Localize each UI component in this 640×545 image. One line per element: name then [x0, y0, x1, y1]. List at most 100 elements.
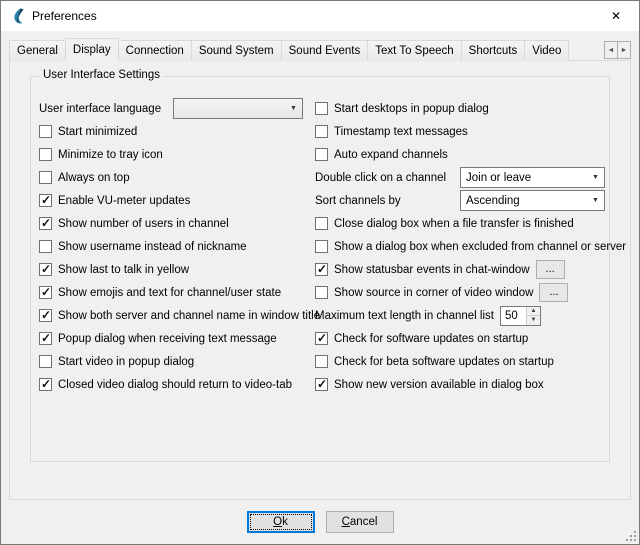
tab-general[interactable]: General — [9, 40, 66, 61]
language-label: User interface language — [39, 103, 161, 115]
statusbar-events-more-button[interactable]: ... — [536, 260, 565, 279]
server-channel-title-checkbox[interactable] — [39, 309, 52, 322]
checkbox-row[interactable]: Popup dialog when receiving text message — [39, 327, 303, 350]
checkbox-label: Always on top — [58, 172, 130, 184]
user-interface-settings-group: User Interface Settings User interface l… — [30, 76, 610, 462]
checkbox-row[interactable]: Minimize to tray icon — [39, 143, 303, 166]
tab-display[interactable]: Display — [65, 38, 119, 61]
chevron-down-icon: ▼ — [587, 197, 604, 204]
left-column: User interface language ▼ Start minimize… — [39, 97, 311, 396]
tab-text-to-speech[interactable]: Text To Speech — [367, 40, 461, 61]
ok-button[interactable]: Ok — [247, 511, 315, 533]
minimize-to-tray-checkbox[interactable] — [39, 148, 52, 161]
sort-channels-combobox[interactable]: Ascending ▼ — [460, 190, 605, 211]
file-transfer-close-checkbox[interactable] — [315, 217, 328, 230]
checkbox-label: Enable VU-meter updates — [58, 195, 190, 207]
tab-video[interactable]: Video — [524, 40, 569, 61]
video-source-row[interactable]: Show source in corner of video window ..… — [315, 281, 605, 304]
checkbox-row[interactable]: Always on top — [39, 166, 303, 189]
tab-scroll-right-button[interactable]: ► — [617, 41, 631, 59]
tab-sound-system[interactable]: Sound System — [191, 40, 282, 61]
emoji-text-state-checkbox[interactable] — [39, 286, 52, 299]
max-text-length-value: 50 — [501, 307, 526, 325]
double-click-combobox[interactable]: Join or leave ▼ — [460, 167, 605, 188]
tab-connection[interactable]: Connection — [118, 40, 192, 61]
cancel-button[interactable]: Cancel — [326, 511, 394, 533]
show-user-count-checkbox[interactable] — [39, 217, 52, 230]
checkbox-label: Show source in corner of video window — [334, 287, 533, 299]
start-minimized-checkbox[interactable] — [39, 125, 52, 138]
chevron-down-icon: ▼ — [285, 105, 302, 112]
checkbox-row[interactable]: Start minimized — [39, 120, 303, 143]
checkbox-label: Close dialog box when a file transfer is… — [334, 218, 574, 230]
chevron-down-icon: ▼ — [587, 174, 604, 181]
ok-label-rest: k — [282, 516, 288, 528]
checkbox-row[interactable]: Show both server and channel name in win… — [39, 304, 303, 327]
show-username-checkbox[interactable] — [39, 240, 52, 253]
checkbox-label: Show number of users in channel — [58, 218, 229, 230]
footer: Ok Cancel — [1, 500, 639, 544]
checkbox-row[interactable]: Close dialog box when a file transfer is… — [315, 212, 605, 235]
spin-up-button[interactable]: ▲ — [526, 307, 540, 316]
checkbox-label: Timestamp text messages — [334, 126, 468, 138]
video-source-corner-checkbox[interactable] — [315, 286, 328, 299]
checkbox-row[interactable]: Check for beta software updates on start… — [315, 350, 605, 373]
display-tab-panel: User Interface Settings User interface l… — [9, 60, 631, 500]
max-text-length-spinner[interactable]: 50 ▲ ▼ — [500, 306, 541, 326]
checkbox-row[interactable]: Show emojis and text for channel/user st… — [39, 281, 303, 304]
checkbox-row[interactable]: Enable VU-meter updates — [39, 189, 303, 212]
timestamp-messages-checkbox[interactable] — [315, 125, 328, 138]
sort-channels-label: Sort channels by — [315, 195, 401, 207]
popup-text-message-checkbox[interactable] — [39, 332, 52, 345]
tab-strip: General Display Connection Sound System … — [9, 38, 603, 61]
checkbox-label: Start desktops in popup dialog — [334, 103, 489, 115]
checkbox-row[interactable]: Start desktops in popup dialog — [315, 97, 605, 120]
arrow-right-icon: ► — [621, 47, 628, 54]
checkbox-row[interactable]: Closed video dialog should return to vid… — [39, 373, 303, 396]
spinner-buttons: ▲ ▼ — [526, 307, 540, 325]
spin-down-button[interactable]: ▼ — [526, 315, 540, 325]
close-button[interactable]: ✕ — [593, 1, 639, 31]
checkbox-row[interactable]: Check for software updates on startup — [315, 327, 605, 350]
checkbox-row[interactable]: Show number of users in channel — [39, 212, 303, 235]
language-combobox[interactable]: ▼ — [173, 98, 303, 119]
checkbox-row[interactable]: Show a dialog box when excluded from cha… — [315, 235, 605, 258]
checkbox-row[interactable]: Show new version available in dialog box — [315, 373, 605, 396]
statusbar-events-row[interactable]: Show statusbar events in chat-window ... — [315, 258, 605, 281]
checkbox-row[interactable]: Show last to talk in yellow — [39, 258, 303, 281]
window-title: Preferences — [32, 9, 97, 23]
arrow-left-icon: ◄ — [608, 47, 615, 54]
video-return-tab-checkbox[interactable] — [39, 378, 52, 391]
vu-meter-updates-checkbox[interactable] — [39, 194, 52, 207]
checkbox-label: Show emojis and text for channel/user st… — [58, 287, 281, 299]
beta-updates-checkbox[interactable] — [315, 355, 328, 368]
tab-scroll-left-button[interactable]: ◄ — [604, 41, 618, 59]
arrow-up-icon: ▲ — [530, 308, 536, 314]
checkbox-row[interactable]: Start video in popup dialog — [39, 350, 303, 373]
new-version-dialog-checkbox[interactable] — [315, 378, 328, 391]
checkbox-row[interactable]: Auto expand channels — [315, 143, 605, 166]
excluded-dialog-checkbox[interactable] — [315, 240, 328, 253]
checkbox-label: Show last to talk in yellow — [58, 264, 189, 276]
always-on-top-checkbox[interactable] — [39, 171, 52, 184]
right-column: Start desktops in popup dialog Timestamp… — [315, 97, 605, 396]
desktops-popup-checkbox[interactable] — [315, 102, 328, 115]
resize-grip[interactable] — [625, 530, 636, 541]
checkbox-label: Show new version available in dialog box — [334, 379, 544, 391]
checkbox-row[interactable]: Timestamp text messages — [315, 120, 605, 143]
checkbox-label: Closed video dialog should return to vid… — [58, 379, 292, 391]
cancel-label-mnemonic: C — [342, 516, 350, 528]
checkbox-label: Minimize to tray icon — [58, 149, 163, 161]
tab-sound-events[interactable]: Sound Events — [281, 40, 369, 61]
updates-startup-checkbox[interactable] — [315, 332, 328, 345]
checkbox-row[interactable]: Show username instead of nickname — [39, 235, 303, 258]
auto-expand-checkbox[interactable] — [315, 148, 328, 161]
ok-label-mnemonic: O — [273, 516, 282, 528]
checkbox-label: Auto expand channels — [334, 149, 448, 161]
close-icon: ✕ — [611, 9, 621, 23]
video-source-more-button[interactable]: ... — [539, 283, 568, 302]
statusbar-events-checkbox[interactable] — [315, 263, 328, 276]
video-popup-checkbox[interactable] — [39, 355, 52, 368]
tab-shortcuts[interactable]: Shortcuts — [461, 40, 526, 61]
last-talk-yellow-checkbox[interactable] — [39, 263, 52, 276]
